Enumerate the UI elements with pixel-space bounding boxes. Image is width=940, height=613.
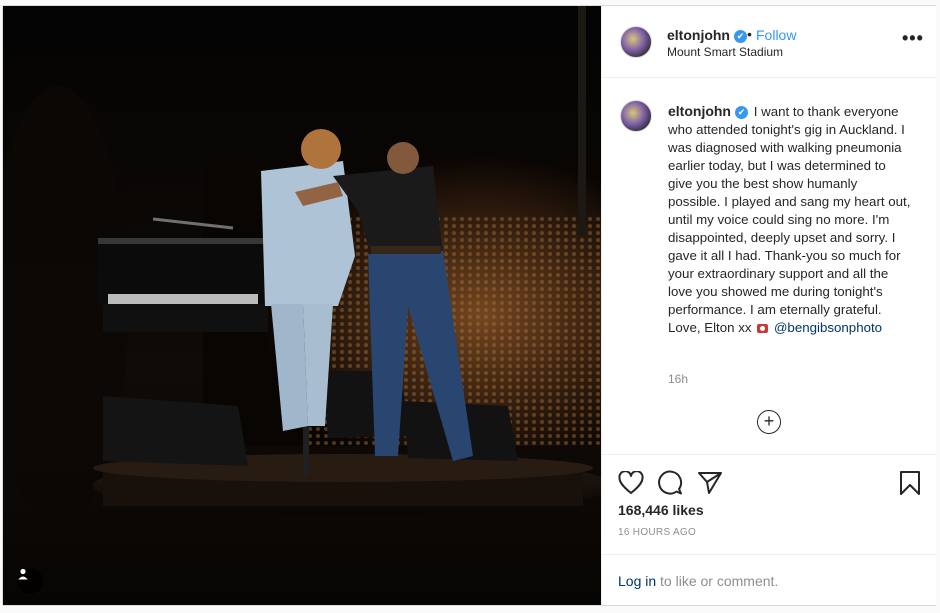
caption-avatar[interactable] bbox=[620, 100, 652, 132]
post-timestamp[interactable]: 16 HOURS AGO bbox=[618, 527, 696, 538]
post-side-panel: eltonjohn ✔ • Follow Mount Smart Stadium … bbox=[601, 6, 937, 605]
login-prompt: Log in to like or comment. bbox=[602, 554, 937, 605]
avatar[interactable] bbox=[620, 26, 652, 58]
verified-badge-icon: ✔ bbox=[735, 106, 748, 119]
user-tag-icon bbox=[18, 568, 28, 580]
caption-username-link[interactable]: eltonjohn ✔ bbox=[668, 103, 748, 119]
login-prompt-text: Log in to like or comment. bbox=[618, 573, 778, 589]
login-link[interactable]: Log in bbox=[618, 573, 656, 589]
comments-section: eltonjohn ✔ I want to thank everyone who … bbox=[602, 78, 937, 454]
bookmark-icon[interactable] bbox=[898, 470, 922, 496]
share-icon[interactable] bbox=[697, 471, 723, 495]
more-options-icon[interactable]: ••• bbox=[902, 28, 924, 49]
camera-emoji-icon bbox=[757, 324, 769, 333]
post-actions: 168,446 likes 16 HOURS AGO bbox=[602, 454, 937, 554]
load-more-comments-button[interactable]: + bbox=[757, 410, 781, 434]
post-header: eltonjohn ✔ • Follow Mount Smart Stadium … bbox=[602, 6, 937, 78]
likes-count[interactable]: 168,446 likes bbox=[618, 502, 704, 518]
username-text: eltonjohn bbox=[667, 27, 730, 43]
separator-dot: • bbox=[747, 26, 752, 42]
login-suffix: to like or comment. bbox=[656, 573, 779, 589]
heart-icon[interactable] bbox=[618, 471, 644, 495]
photo-credit-mention[interactable]: @bengibsonphoto bbox=[774, 320, 882, 335]
location-link[interactable]: Mount Smart Stadium bbox=[667, 45, 783, 59]
instagram-post-modal: eltonjohn ✔ • Follow Mount Smart Stadium … bbox=[2, 5, 937, 606]
comment-icon[interactable] bbox=[657, 470, 683, 496]
post-caption: eltonjohn ✔ I want to thank everyone who … bbox=[668, 102, 912, 337]
verified-badge-icon: ✔ bbox=[734, 30, 747, 43]
user-tag-button[interactable] bbox=[17, 568, 43, 594]
caption-username-text: eltonjohn bbox=[668, 103, 731, 119]
follow-button[interactable]: Follow bbox=[756, 27, 796, 43]
caption-text: I want to thank everyone who attended to… bbox=[668, 104, 911, 335]
username-link[interactable]: eltonjohn ✔ bbox=[667, 27, 747, 43]
concert-stage-illustration bbox=[3, 6, 601, 605]
caption-age: 16h bbox=[668, 372, 689, 386]
post-photo[interactable] bbox=[3, 6, 601, 605]
